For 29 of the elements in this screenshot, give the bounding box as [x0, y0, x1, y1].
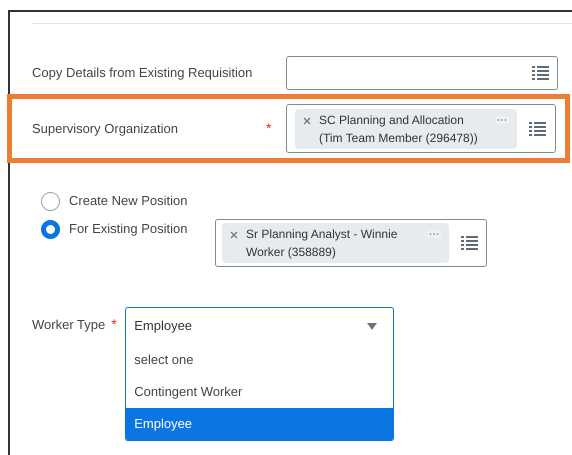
list-icon[interactable]	[461, 236, 478, 250]
selected-item-chip[interactable]: SC Planning and Allocation (Tim Team Member (296478))	[295, 108, 517, 148]
field-label: Supervisory Organization	[32, 120, 179, 138]
selected-item-text: SC Planning and Allocation (Tim Team Member (296478))	[319, 112, 479, 146]
radio-button[interactable]	[41, 192, 60, 211]
remove-icon[interactable]	[303, 116, 311, 124]
radio-label[interactable]: Create New Position	[69, 191, 215, 210]
dropdown-caret-icon[interactable]	[367, 322, 378, 330]
selected-item-text: Sr Planning Analyst - Winnie Worker (358889)	[246, 226, 398, 261]
radio-label[interactable]: For Existing Position	[69, 219, 215, 238]
more-icon[interactable]	[495, 116, 509, 124]
prompt-field[interactable]: Sr Planning Analyst - Winnie Worker (358889)	[215, 219, 487, 267]
field-label: Worker Type	[32, 316, 106, 334]
prompt-field[interactable]: SC Planning and Allocation (Tim Team Member (296478))	[286, 104, 556, 153]
list-icon[interactable]	[529, 122, 546, 136]
dropdown-value: Employee	[134, 317, 194, 336]
dropdown-field[interactable]: Employee	[125, 307, 394, 344]
radio-button[interactable]	[41, 220, 60, 239]
field-label: Copy Details from Existing Requisition	[32, 64, 254, 82]
dropdown-option[interactable]: Employee	[126, 408, 394, 440]
dropdown-option[interactable]: select one	[126, 344, 394, 376]
required-marker: *	[266, 120, 272, 136]
list-icon[interactable]	[532, 66, 549, 80]
more-icon[interactable]	[427, 230, 441, 238]
selected-item-chip[interactable]: Sr Planning Analyst - Winnie Worker (358889)	[222, 223, 449, 263]
dropdown-option[interactable]: Contingent Worker	[126, 376, 394, 408]
required-marker: *	[111, 316, 117, 332]
prompt-field[interactable]	[286, 56, 558, 90]
remove-icon[interactable]	[230, 231, 238, 239]
